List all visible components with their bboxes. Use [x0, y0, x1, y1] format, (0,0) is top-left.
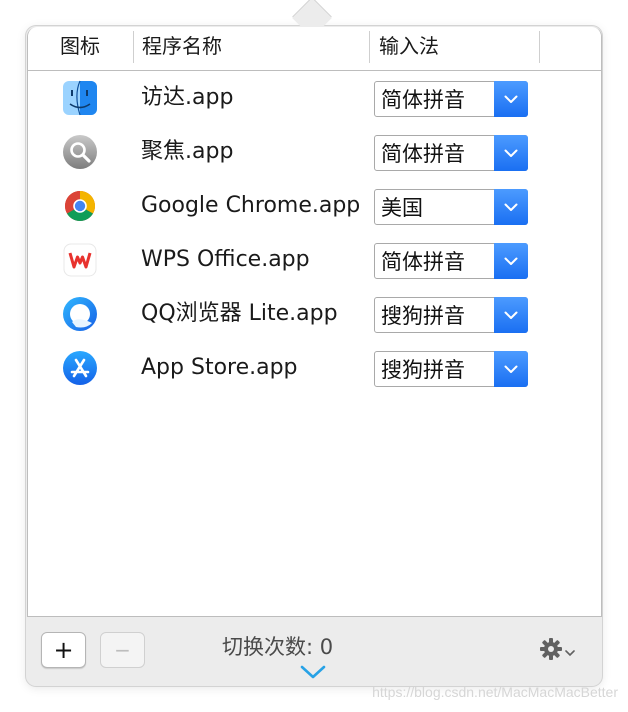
app-store-icon	[62, 350, 98, 386]
input-method-value: 简体拼音	[381, 88, 465, 112]
input-method-select[interactable]: 简体拼音	[374, 243, 528, 279]
column-separator[interactable]	[133, 31, 134, 63]
input-method-value: 搜狗拼音	[381, 304, 465, 328]
input-method-select[interactable]: 简体拼音	[374, 135, 528, 171]
app-name: App Store.app	[141, 355, 298, 380]
table-row[interactable]: 聚焦.app 简体拼音	[28, 125, 601, 179]
header-input-method[interactable]: 输入法	[379, 27, 439, 70]
chevron-down-icon[interactable]	[494, 81, 528, 117]
input-method-value: 简体拼音	[381, 142, 465, 166]
table-header: 图标 程序名称 输入法	[28, 27, 601, 71]
app-name: Google Chrome.app	[141, 193, 361, 218]
chevron-down-icon[interactable]	[494, 135, 528, 171]
input-method-select[interactable]: 美国	[374, 189, 528, 225]
table-row[interactable]: Google Chrome.app 美国	[28, 179, 601, 233]
app-name: WPS Office.app	[141, 247, 310, 272]
table-row[interactable]: 访达.app 简体拼音	[28, 71, 601, 125]
chevron-down-icon[interactable]	[494, 351, 528, 387]
chevron-down-icon[interactable]	[494, 297, 528, 333]
input-method-value: 简体拼音	[381, 250, 465, 274]
settings-menu-button[interactable]	[539, 637, 575, 665]
header-app-name[interactable]: 程序名称	[142, 27, 222, 70]
add-button[interactable]: +	[41, 632, 86, 668]
qq-browser-icon	[62, 296, 98, 332]
column-separator[interactable]	[369, 31, 370, 63]
app-table: 图标 程序名称 输入法 访达.app 简体拼音 聚焦.app 简体拼音 Goog…	[27, 27, 602, 617]
header-icon[interactable]: 图标	[60, 27, 100, 70]
gear-icon	[539, 637, 563, 665]
remove-button[interactable]: −	[100, 632, 145, 668]
spotlight-icon	[62, 134, 98, 170]
table-row[interactable]: WPS Office.app 简体拼音	[28, 233, 601, 287]
app-name: QQ浏览器 Lite.app	[141, 301, 338, 326]
chevron-down-icon[interactable]	[494, 243, 528, 279]
column-separator[interactable]	[539, 31, 540, 63]
input-method-select[interactable]: 搜狗拼音	[374, 351, 528, 387]
input-method-select[interactable]: 搜狗拼音	[374, 297, 528, 333]
input-method-value: 美国	[381, 196, 423, 220]
watermark-text: https://blog.csdn.net/MacMacMacBetter	[372, 684, 618, 700]
app-name: 聚焦.app	[141, 139, 234, 164]
wps-office-icon	[62, 242, 98, 278]
expand-chevron-icon[interactable]	[300, 664, 326, 683]
footer-toolbar: + − 切换次数: 0	[27, 617, 600, 685]
switch-count-label: 切换次数: 0	[222, 635, 334, 659]
input-method-value: 搜狗拼音	[381, 358, 465, 382]
input-method-select[interactable]: 简体拼音	[374, 81, 528, 117]
app-name: 访达.app	[141, 85, 234, 110]
table-row[interactable]: QQ浏览器 Lite.app 搜狗拼音	[28, 287, 601, 341]
table-row[interactable]: App Store.app 搜狗拼音	[28, 341, 601, 395]
chevron-down-icon	[565, 642, 575, 661]
chrome-icon	[62, 188, 98, 224]
finder-icon	[62, 80, 98, 116]
chevron-down-icon[interactable]	[494, 189, 528, 225]
